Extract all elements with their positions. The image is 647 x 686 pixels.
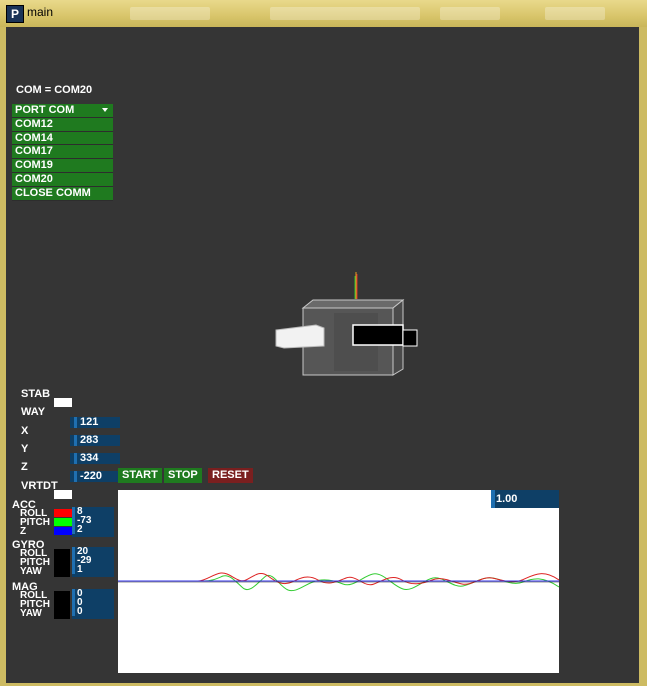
vrtdt-toggle[interactable] <box>54 490 72 499</box>
port-item-com17[interactable]: COM17 <box>12 145 113 160</box>
acc-z-swatch <box>54 527 72 535</box>
y2-value-field[interactable]: 334 <box>70 453 120 464</box>
z-label: Z <box>21 461 28 473</box>
app-icon: P <box>6 5 24 23</box>
acc-swatches <box>54 509 72 535</box>
port-com-header[interactable]: PORT COM <box>12 104 113 118</box>
y-value: 283 <box>80 434 99 446</box>
z-value-field[interactable]: -220 <box>70 471 120 482</box>
stab-label: STAB <box>21 388 51 400</box>
mag-black-column <box>54 591 70 619</box>
port-com-dropdown[interactable]: PORT COM COM12 COM14 COM17 COM19 COM20 C… <box>12 104 113 201</box>
acc-roll-swatch <box>54 509 72 517</box>
left-arm-block <box>275 324 325 349</box>
cube-top-face <box>301 299 405 309</box>
x-value: 121 <box>80 416 99 428</box>
vrtdt-label: VRTDT <box>21 480 58 492</box>
acc-z-value-row: 2 <box>72 524 114 535</box>
gyro-yaw-value-row: 1 <box>72 564 114 575</box>
right-arm-tip <box>402 329 418 347</box>
start-button[interactable]: START <box>118 468 162 483</box>
gyro-values: 20 -29 1 <box>72 547 114 577</box>
port-item-com14[interactable]: COM14 <box>12 131 113 146</box>
gyro-yaw-value: 1 <box>77 564 83 575</box>
window-border-right <box>639 27 647 686</box>
mag-yaw-value-row: 0 <box>72 606 114 617</box>
right-arm-block <box>352 324 404 346</box>
acc-pitch-swatch <box>54 518 72 526</box>
window-title: main <box>27 5 54 19</box>
titlebar-ghost-2 <box>270 7 420 20</box>
x-label: X <box>21 425 29 437</box>
gyro-labels: ROLL PITCH YAW <box>20 549 54 577</box>
sketch-canvas: COM = COM20 PORT COM COM12 COM14 COM17 C… <box>6 27 639 683</box>
port-item-com19[interactable]: COM19 <box>12 159 113 173</box>
mag-yaw-label: YAW <box>20 608 42 619</box>
orientation-3d-model <box>275 272 418 376</box>
com-status-label: COM = COM20 <box>16 84 93 96</box>
sensor-plot-traces <box>118 572 559 592</box>
acc-z-value: 2 <box>77 524 83 535</box>
way-label: WAY <box>21 406 46 418</box>
y2-value: 334 <box>80 452 99 464</box>
acc-labels: ROLL PITCH Z <box>20 509 54 537</box>
port-item-com12[interactable]: COM12 <box>12 117 113 132</box>
mag-labels: ROLL PITCH YAW <box>20 591 54 619</box>
titlebar-ghost-3 <box>440 7 500 20</box>
stop-button[interactable]: STOP <box>164 468 202 483</box>
acc-z-label: Z <box>20 526 27 537</box>
titlebar-ghost-4 <box>545 7 605 20</box>
acc-values: 8 -73 2 <box>72 507 114 537</box>
port-item-com20[interactable]: COM20 <box>12 172 113 187</box>
gyro-black-column <box>54 549 70 577</box>
mag-values: 0 0 0 <box>72 589 114 619</box>
z-value: -220 <box>80 470 103 482</box>
reset-button[interactable]: RESET <box>208 468 253 483</box>
mag-yaw-value: 0 <box>77 606 83 617</box>
y-value-field[interactable]: 283 <box>70 435 120 446</box>
gyro-yaw-label: YAW <box>20 566 42 577</box>
x-value-field[interactable]: 121 <box>70 417 120 428</box>
stab-toggle[interactable] <box>54 398 72 407</box>
close-comm-button[interactable]: CLOSE COMM <box>12 186 113 201</box>
y-label: Y <box>21 443 29 455</box>
plot-trace-red <box>118 572 559 586</box>
sensor-plot: 1.00 <box>118 490 559 673</box>
window-titlebar: P main <box>0 0 647 28</box>
titlebar-ghost-1 <box>130 7 210 20</box>
